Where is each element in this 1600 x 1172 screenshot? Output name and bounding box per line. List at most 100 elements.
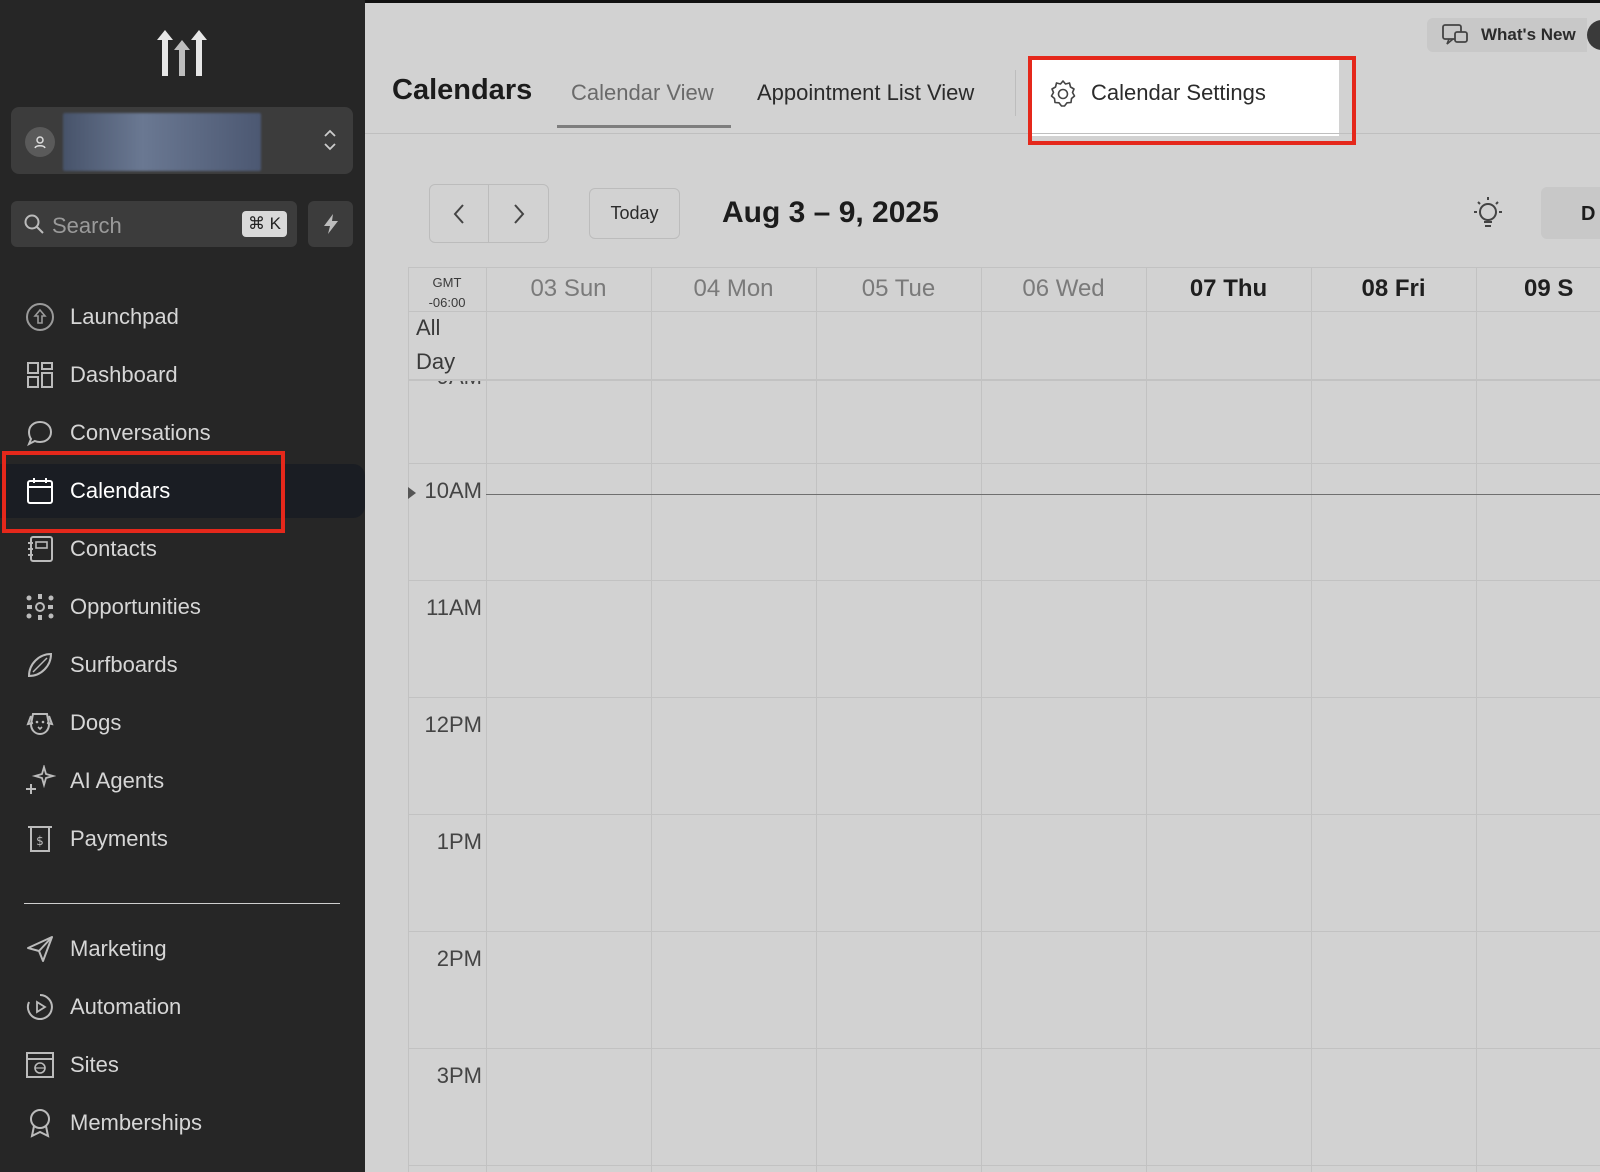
sidebar-item-label: Dashboard [70, 362, 178, 387]
chevron-left-icon [453, 203, 464, 224]
grid-line [1146, 267, 1147, 1172]
all-day-divider [408, 379, 1600, 381]
tab-label: Calendar Settings [1091, 80, 1266, 105]
quick-action-button[interactable] [308, 201, 353, 247]
sidebar-item-conversations[interactable]: Conversations [0, 406, 365, 460]
day-header-wed[interactable]: 06 Wed [981, 267, 1146, 311]
sidebar-item-label: Contacts [70, 536, 157, 561]
day-header-fri[interactable]: 08 Fri [1311, 267, 1476, 311]
grid-line [408, 580, 1600, 581]
play-circle-icon [24, 991, 56, 1023]
sidebar-item-marketing[interactable]: Marketing [0, 922, 365, 976]
tab-appointment-list-view[interactable]: Appointment List View [757, 80, 974, 106]
sidebar-item-payments[interactable]: $ Payments [0, 812, 365, 866]
partial-hour-clip: 9AM [408, 381, 486, 391]
search-shortcut-badge: ⌘ K [241, 211, 287, 237]
calendar-panel: Today Aug 3 – 9, 2025 D GMT -06:00 All D… [408, 163, 1600, 1172]
today-button[interactable]: Today [589, 188, 680, 239]
sidebar-item-label: Automation [70, 994, 182, 1019]
sidebar-divider [24, 903, 340, 904]
hour-label: 10AM [424, 478, 482, 503]
search-input[interactable]: Search ⌘ K [11, 201, 297, 247]
sidebar-item-ai-agents[interactable]: AI Agents [0, 754, 365, 808]
previous-week-button[interactable] [430, 185, 489, 242]
sidebar-item-label: AI Agents [70, 768, 165, 793]
sidebar-item-label: Surfboards [70, 652, 178, 677]
active-tab-underline [557, 125, 731, 128]
sidebar-item-label: Memberships [70, 1110, 203, 1135]
grid-line [1311, 267, 1312, 1172]
sidebar-item-label: Marketing [70, 936, 167, 961]
grid-line [816, 267, 817, 1172]
grid-line [408, 931, 1600, 932]
calendar-icon [24, 475, 56, 507]
dashboard-icon [24, 359, 56, 391]
next-week-button[interactable] [489, 185, 548, 242]
sidebar-item-calendars[interactable]: Calendars [0, 464, 365, 518]
sidebar-item-label: Opportunities [70, 594, 201, 619]
chevron-updown-icon [323, 125, 337, 155]
hour-label: 3PM [436, 1063, 482, 1088]
sidebar-item-opportunities[interactable]: Opportunities [0, 580, 365, 634]
grid-line [1476, 267, 1477, 1172]
location-avatar-icon [25, 127, 55, 157]
sidebar-item-launchpad[interactable]: Launchpad [0, 290, 365, 344]
lightbulb-icon[interactable] [1471, 196, 1505, 235]
date-range-label: Aug 3 – 9, 2025 [722, 196, 939, 229]
all-day-line-2: Day [416, 349, 456, 374]
hour-label: 2PM [436, 946, 482, 971]
sidebar-item-contacts[interactable]: Contacts [0, 522, 365, 576]
sidebar-item-automation[interactable]: Automation [0, 980, 365, 1034]
launchpad-icon [24, 301, 56, 333]
sidebar-item-dogs[interactable]: Dogs [0, 696, 365, 750]
day-header-sat[interactable]: 09 S [1476, 267, 1600, 311]
sidebar-item-memberships[interactable]: Memberships [0, 1096, 365, 1150]
opportunities-icon [24, 591, 56, 623]
brand-logo[interactable] [155, 28, 209, 78]
current-time-line [486, 494, 1600, 495]
dog-icon [24, 707, 56, 739]
date-navigation [429, 184, 549, 243]
search-icon [23, 213, 45, 240]
lightning-icon [323, 214, 338, 234]
sidebar-item-dashboard[interactable]: Dashboard [0, 348, 365, 402]
all-day-line-1: All [416, 315, 441, 340]
sidebar-item-label: Dogs [70, 710, 122, 735]
whats-new-button[interactable]: What's New [1427, 18, 1587, 52]
all-day-label: All Day [416, 311, 455, 379]
main-content: What's New Calendars Calendar View Appoi… [365, 0, 1600, 1172]
sidebar-item-sites[interactable]: Sites [0, 1038, 365, 1092]
sidebar-item-surfboards[interactable]: Surfboards [0, 638, 365, 692]
page-title: Calendars [392, 74, 533, 106]
whats-new-label: What's New [1481, 25, 1576, 44]
sidebar-item-label: Conversations [70, 420, 211, 445]
grid-line [981, 267, 982, 1172]
grid-line [408, 697, 1600, 698]
day-header-mon[interactable]: 04 Mon [651, 267, 816, 311]
hour-label: 12PM [424, 712, 482, 737]
surfboard-icon [24, 649, 56, 681]
sidebar-item-label: Calendars [70, 478, 171, 503]
account-switcher[interactable] [11, 107, 353, 174]
search-placeholder: Search [52, 213, 122, 238]
day-header-thu[interactable]: 07 Thu [1146, 267, 1311, 311]
chevron-right-icon [513, 203, 524, 224]
timezone-label: GMT -06:00 [408, 273, 486, 313]
sidebar-item-label: Sites [70, 1052, 119, 1077]
timezone-line-2: -06:00 [428, 295, 466, 310]
day-header-tue[interactable]: 05 Tue [816, 267, 981, 311]
globe-window-icon [24, 1049, 56, 1081]
view-mode-button[interactable]: D [1541, 187, 1600, 239]
grid-line [408, 1048, 1600, 1049]
grid-line [408, 267, 1600, 268]
day-header-sun[interactable]: 03 Sun [486, 267, 651, 311]
grid-line [408, 814, 1600, 815]
tab-calendar-settings[interactable]: Calendar Settings [1029, 60, 1339, 136]
tab-divider [1015, 70, 1016, 116]
payments-icon: $ [24, 823, 56, 855]
grid-line [486, 267, 487, 1172]
header-divider [365, 133, 1600, 134]
tab-calendar-view[interactable]: Calendar View [571, 80, 714, 106]
user-avatar[interactable] [1587, 20, 1600, 50]
hour-label: 1PM [436, 829, 482, 854]
